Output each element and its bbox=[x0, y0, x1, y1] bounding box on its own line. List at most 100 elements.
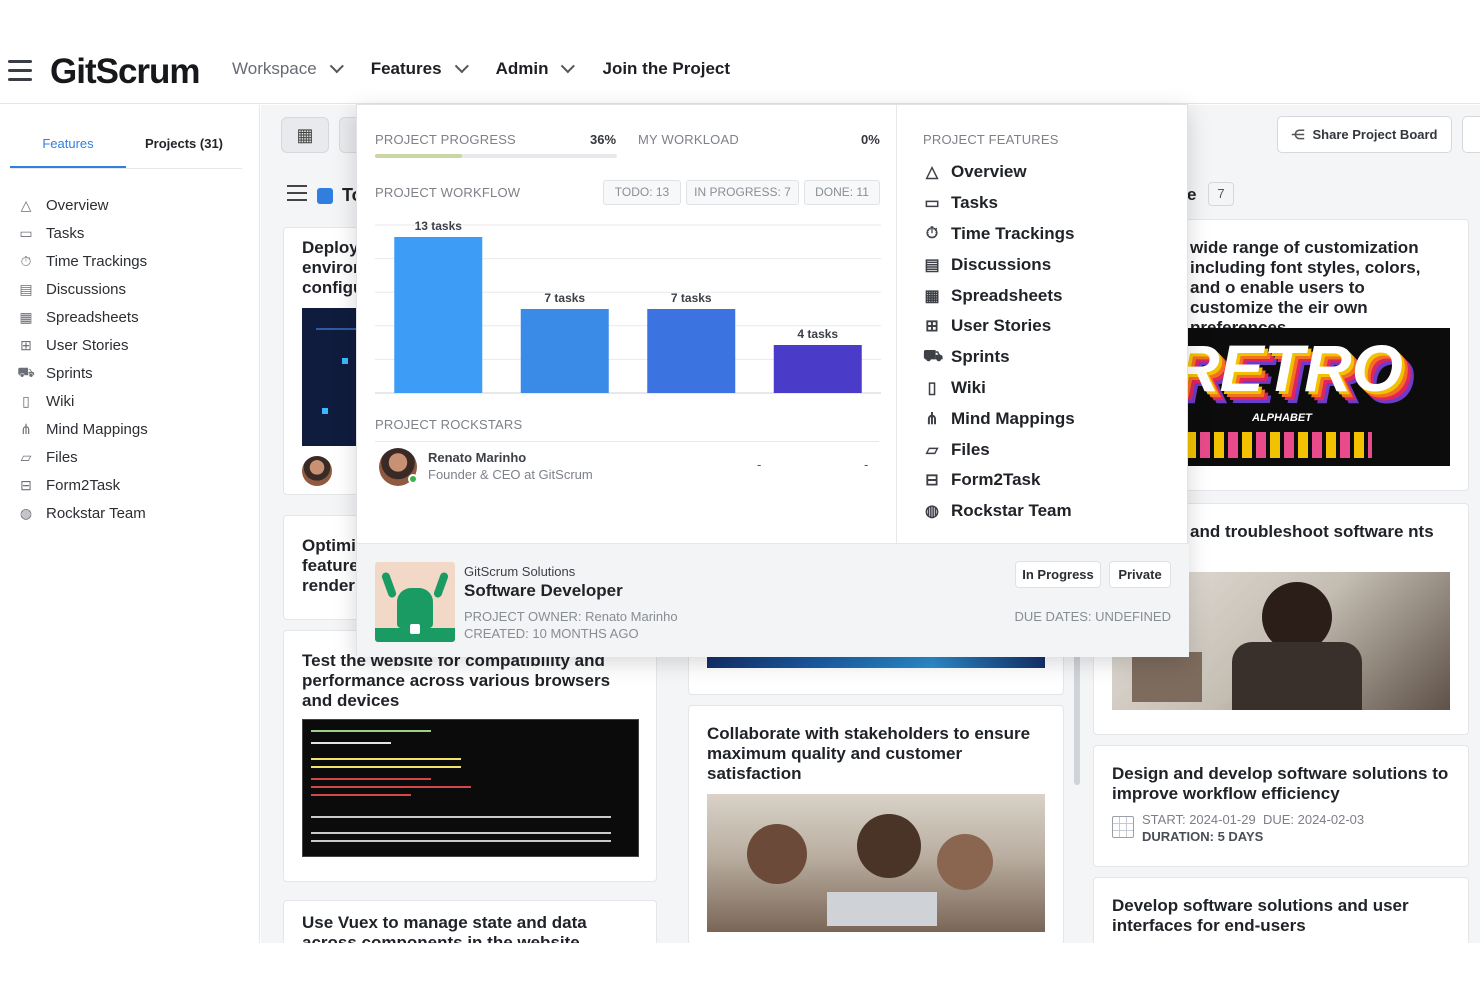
card-start-date: START: 2024-01-29 DUE: 2024-02-03 bbox=[1142, 812, 1364, 827]
workload-heading: MY WORKLOAD bbox=[638, 132, 739, 147]
feature-user-stories[interactable]: ⊞ User Stories bbox=[923, 311, 1075, 342]
progress-bar bbox=[375, 154, 617, 158]
feature-files[interactable]: ▱ Files bbox=[923, 434, 1075, 465]
task-card[interactable]: Test the website for compatibility and p… bbox=[283, 630, 657, 882]
share-project-board-button[interactable]: ⋲ Share Project Board bbox=[1277, 116, 1452, 153]
workflow-bar-chart: 13 tasks 7 tasks 7 tasks 4 tasks bbox=[375, 219, 881, 394]
status-badge[interactable]: In Progress bbox=[1015, 561, 1101, 588]
sidebar-item-form2task[interactable]: ⊟ Form2Task bbox=[18, 471, 148, 499]
sidebar-item-rockstar-team[interactable]: ◍ Rockstar Team bbox=[18, 499, 148, 527]
feature-time-trackings[interactable]: ⏱ Time Trackings bbox=[923, 219, 1075, 250]
calendar-icon bbox=[1112, 816, 1134, 838]
project-logo[interactable] bbox=[375, 562, 455, 642]
chart-bar[interactable] bbox=[773, 345, 862, 393]
hamburger-menu-icon[interactable] bbox=[8, 60, 32, 82]
sidebar-item-sprints[interactable]: ⛟ Sprints bbox=[17, 359, 148, 387]
book-icon: ▯ bbox=[927, 379, 937, 397]
feature-rockstar-team[interactable]: ◍ Rockstar Team bbox=[923, 496, 1075, 527]
folder-icon: ▱ bbox=[20, 448, 32, 465]
project-owner: PROJECT OWNER: Renato Marinho bbox=[464, 609, 678, 624]
rockstar-stat-2: - bbox=[864, 457, 869, 472]
feature-sprints[interactable]: ⛟ Sprints bbox=[923, 342, 1075, 373]
workload-value: 0% bbox=[861, 132, 880, 147]
feature-label: Sprints bbox=[951, 347, 1010, 367]
done-badge: DONE: 11 bbox=[804, 180, 880, 205]
feature-label: Discussions bbox=[951, 254, 1052, 274]
sidebar-item-spreadsheets[interactable]: ▦ Spreadsheets bbox=[18, 303, 148, 331]
chat-icon: ▤ bbox=[924, 256, 940, 274]
feature-mind-mappings[interactable]: ⋔ Mind Mappings bbox=[923, 403, 1074, 434]
rockstar-stat-1: - bbox=[757, 457, 762, 472]
progress-value: 36% bbox=[590, 132, 617, 147]
sidebar-item-label: Time Trackings bbox=[46, 252, 148, 270]
nav-workspace-label: Workspace bbox=[232, 59, 317, 78]
feature-discussions[interactable]: ▤ Discussions bbox=[923, 249, 1075, 280]
project-stats: PROJECT PROGRESS 36% MY WORKLOAD 0% PROJ… bbox=[357, 105, 897, 543]
card-title: Optimi feature renderi bbox=[302, 536, 360, 595]
column-menu-icon[interactable] bbox=[287, 185, 307, 206]
task-card[interactable]: Collaborate with stakeholders to ensure … bbox=[688, 705, 1064, 943]
sidebar-item-discussions[interactable]: ▤ Discussions bbox=[18, 275, 148, 303]
nav-features-label: Features bbox=[370, 59, 442, 78]
nav-features[interactable]: Features bbox=[370, 59, 469, 79]
stopwatch-icon: ⏱ bbox=[20, 252, 32, 269]
task-card[interactable]: Design and develop software solutions to… bbox=[1093, 745, 1469, 867]
avatar bbox=[302, 456, 332, 486]
feature-label: Files bbox=[951, 439, 990, 459]
feature-label: Tasks bbox=[951, 193, 998, 213]
chevron-down-icon bbox=[454, 59, 469, 74]
feature-label: Wiki bbox=[951, 377, 986, 397]
rockstars-heading: PROJECT ROCKSTARS bbox=[375, 417, 523, 432]
sidebar-item-wiki[interactable]: ▯ Wiki bbox=[18, 387, 148, 415]
sidebar-item-files[interactable]: ▱ Files bbox=[18, 443, 148, 471]
card-title: Deploy environ configu bbox=[302, 238, 362, 297]
progress-heading: PROJECT PROGRESS bbox=[375, 132, 516, 147]
sidebar-item-overview[interactable]: △ Overview bbox=[18, 191, 148, 219]
workflow-heading: PROJECT WORKFLOW bbox=[375, 185, 521, 200]
triangle-icon: △ bbox=[925, 164, 939, 182]
feature-wiki[interactable]: ▯ Wiki bbox=[923, 373, 1075, 404]
palette-icon: ◍ bbox=[19, 504, 33, 521]
chart-data-label: 7 tasks bbox=[544, 291, 585, 305]
project-title[interactable]: Software Developer bbox=[464, 581, 623, 601]
sidebar-item-time-trackings[interactable]: ⏱ Time Trackings bbox=[18, 247, 148, 275]
sidebar-item-label: Wiki bbox=[46, 392, 75, 410]
nav-admin[interactable]: Admin bbox=[496, 59, 576, 79]
feature-label: User Stories bbox=[951, 316, 1052, 336]
due-label: DUE: 2024-02-03 bbox=[1262, 812, 1365, 827]
more-button[interactable] bbox=[1462, 116, 1480, 153]
feature-overview[interactable]: △ Overview bbox=[923, 157, 1075, 188]
feature-tasks[interactable]: ▭ Tasks bbox=[923, 188, 1075, 219]
chart-bar[interactable] bbox=[647, 309, 736, 393]
chart-bar[interactable] bbox=[520, 309, 609, 393]
form-icon: ⊟ bbox=[20, 476, 32, 493]
gitscrum-logo[interactable]: GitScrum bbox=[50, 52, 201, 92]
truck-icon: ⛟ bbox=[17, 363, 35, 380]
feature-form2task[interactable]: ⊟ Form2Task bbox=[923, 465, 1075, 496]
tab-projects[interactable]: Projects (31) bbox=[126, 133, 242, 168]
tab-features[interactable]: Features bbox=[10, 133, 126, 168]
spreadsheet-icon: ▦ bbox=[19, 308, 33, 325]
visibility-badge[interactable]: Private bbox=[1109, 561, 1171, 588]
sidebar-item-label: User Stories bbox=[46, 336, 129, 354]
column-scrollbar[interactable] bbox=[1074, 635, 1080, 785]
rockstar-name[interactable]: Renato Marinho bbox=[428, 450, 526, 465]
nav-join-project[interactable]: Join the Project bbox=[602, 59, 730, 79]
feature-spreadsheets[interactable]: ▦ Spreadsheets bbox=[923, 280, 1075, 311]
sidebar-item-user-stories[interactable]: ⊞ User Stories bbox=[18, 331, 148, 359]
nav-workspace[interactable]: Workspace bbox=[232, 59, 344, 79]
chart-data-label: 13 tasks bbox=[415, 219, 463, 233]
task-card[interactable]: Use Vuex to manage state and data across… bbox=[283, 900, 657, 943]
column-count-badge: 7 bbox=[1208, 182, 1234, 206]
nav-join-label: Join the Project bbox=[602, 59, 731, 78]
form-icon: ⊟ bbox=[925, 472, 939, 490]
project-created: CREATED: 10 MONTHS AGO bbox=[464, 626, 639, 641]
chart-bar[interactable] bbox=[394, 237, 483, 393]
chevron-down-icon bbox=[561, 59, 576, 74]
grid-view-button[interactable]: ▦ bbox=[281, 117, 329, 153]
card-title: Test the website for compatibility and p… bbox=[302, 651, 611, 710]
window-icon: ▭ bbox=[19, 224, 33, 241]
task-card[interactable]: Develop software solutions and user inte… bbox=[1093, 877, 1469, 943]
sidebar-item-mind-mappings[interactable]: ⋔ Mind Mappings bbox=[18, 415, 148, 443]
sidebar-item-tasks[interactable]: ▭ Tasks bbox=[18, 219, 148, 247]
